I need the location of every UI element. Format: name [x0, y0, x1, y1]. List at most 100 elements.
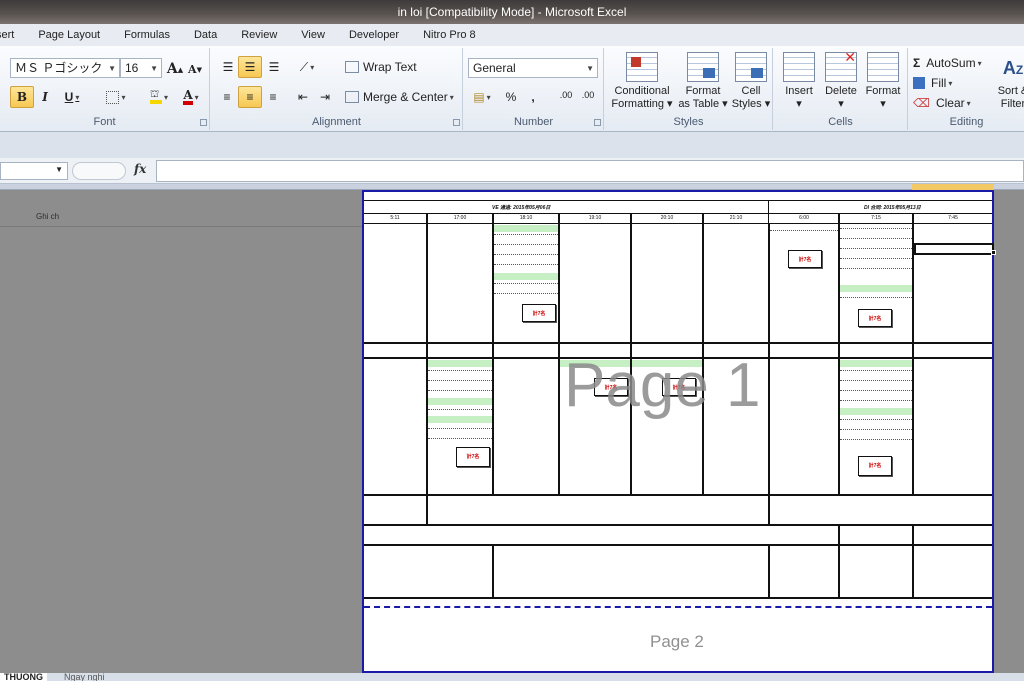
- name-box[interactable]: ▼: [0, 162, 68, 180]
- sigma-icon: Σ: [913, 56, 921, 70]
- sort-filter-button[interactable]: AZ Sort & Filter: [993, 52, 1024, 111]
- align-bottom-button[interactable]: ☰: [263, 56, 285, 78]
- fill-handle[interactable]: [991, 250, 996, 255]
- chevron-down-icon: ▾: [194, 92, 199, 102]
- shrink-font-icon: A: [188, 62, 197, 76]
- cell-styles-button[interactable]: Cell Styles ▾: [731, 52, 771, 111]
- orientation-button[interactable]: ⟋ ▾: [293, 56, 321, 78]
- note-cell-text: Ghi ch: [36, 212, 60, 221]
- format-as-table-button[interactable]: Format as Table ▾: [675, 52, 731, 111]
- editing-group: Σ AutoSum ▾ Fill ▾ ⌫ Clear ▾ AZ Sort & F…: [909, 48, 1024, 130]
- tab-formulas[interactable]: Formulas: [112, 24, 182, 46]
- alignment-group-label: Alignment: [312, 116, 361, 128]
- align-left-button[interactable]: ≡: [217, 86, 237, 108]
- print-page[interactable]: VE 通過: 2015年05月06日 DI 合同: 2015年05月13日 5:…: [362, 190, 996, 673]
- accounting-format-button[interactable]: ▤ ▾: [468, 86, 496, 108]
- formula-input[interactable]: [156, 160, 1024, 182]
- format-cells-icon: [867, 52, 899, 82]
- font-name-select[interactable]: ＭＳ Ｐゴシック ▼: [10, 58, 120, 78]
- insert-cells-icon: [783, 52, 815, 82]
- paint-bucket-icon: ⛫: [149, 90, 162, 104]
- format-cells-label: Format: [865, 85, 901, 97]
- grid-line: [912, 524, 914, 598]
- delete-cells-button[interactable]: Delete ▾: [822, 51, 860, 111]
- grid-line: [426, 213, 428, 495]
- fill-button[interactable]: Fill ▾: [913, 72, 973, 94]
- title-bar: in loi [Compatibility Mode] - Microsoft …: [0, 0, 1024, 24]
- seat-highlight: [840, 285, 912, 292]
- seat-count-box: 計7名: [858, 309, 892, 327]
- formula-bar: ▼ fx: [0, 158, 1024, 184]
- wrap-text-button[interactable]: Wrap Text: [345, 56, 421, 78]
- delete-cells-label: Delete: [825, 85, 857, 97]
- conditional-formatting-button[interactable]: Conditional Formatting ▾: [609, 52, 675, 111]
- align-middle-button[interactable]: ☰: [238, 56, 262, 78]
- delete-cells-icon: [825, 51, 857, 82]
- tab-nitro-pro[interactable]: Nitro Pro 8: [411, 24, 488, 46]
- chevron-down-icon: ▼: [586, 64, 594, 73]
- chevron-down-icon: ▾: [310, 62, 315, 72]
- tab-page-layout[interactable]: Page Layout: [26, 24, 112, 46]
- grid-line: [364, 200, 992, 201]
- tab-developer[interactable]: Developer: [337, 24, 411, 46]
- tab-data[interactable]: Data: [182, 24, 229, 46]
- seat-count-box: 計7名: [788, 250, 822, 268]
- page-break-line[interactable]: [364, 606, 992, 608]
- fill-color-button[interactable]: ⛫ ▾: [144, 86, 174, 108]
- autosum-button[interactable]: Σ AutoSum ▾: [913, 52, 993, 74]
- sheet-tab-thuong[interactable]: THUONG: [0, 673, 47, 681]
- align-right-button[interactable]: ≡: [263, 86, 283, 108]
- dialog-launcher-icon[interactable]: [200, 119, 207, 126]
- merge-center-button[interactable]: Merge & Center ▾: [345, 86, 459, 108]
- tab-insert[interactable]: sert: [0, 24, 26, 46]
- dialog-launcher-icon[interactable]: [453, 119, 460, 126]
- chevron-down-icon: ▾: [75, 92, 80, 102]
- font-name-value: ＭＳ Ｐゴシック: [15, 61, 103, 75]
- comma-button[interactable]: ,: [526, 86, 540, 108]
- chevron-down-icon: ▼: [150, 64, 158, 73]
- styles-group-label: Styles: [673, 116, 704, 128]
- tab-review[interactable]: Review: [229, 24, 289, 46]
- number-format-select[interactable]: General ▼: [468, 58, 598, 78]
- grow-font-button[interactable]: A ▲: [166, 58, 184, 80]
- function-round-icon[interactable]: [72, 162, 126, 180]
- increase-decimal-button[interactable]: .00: [556, 84, 576, 106]
- grow-font-icon: A: [166, 61, 178, 77]
- align-center-button[interactable]: ≡: [238, 86, 262, 108]
- clear-button[interactable]: ⌫ Clear ▾: [913, 92, 977, 114]
- seat-rows: [428, 370, 492, 439]
- shrink-font-button[interactable]: A ▼: [186, 58, 204, 80]
- grid-line: [364, 544, 992, 546]
- bold-button[interactable]: B: [10, 86, 34, 108]
- increase-indent-button[interactable]: ⇥: [315, 86, 335, 108]
- align-bottom-icon: ☰: [268, 60, 280, 74]
- tab-view[interactable]: View: [289, 24, 337, 46]
- decrease-indent-button[interactable]: ⇤: [293, 86, 313, 108]
- percent-button[interactable]: %: [502, 86, 520, 108]
- font-color-button[interactable]: A ▾: [176, 86, 206, 108]
- ribbon: ＭＳ Ｐゴシック ▼ 16 ▼ A ▲ A ▼ B I U ▾ ▾ ⛫ ▾ A ▾ Fon…: [0, 46, 1024, 132]
- active-cell[interactable]: [914, 243, 994, 255]
- sheet-tab-bar: THUONG Ngay nghi: [0, 673, 1024, 681]
- italic-button[interactable]: I: [36, 86, 54, 108]
- grid-line: [364, 494, 992, 496]
- insert-function-button[interactable]: fx: [134, 162, 146, 176]
- align-top-button[interactable]: ☰: [217, 56, 239, 78]
- underline-button[interactable]: U ▾: [58, 86, 86, 108]
- align-middle-icon: ☰: [244, 60, 256, 74]
- seat-count-box: 計7名: [522, 304, 556, 322]
- font-color-icon: A: [183, 89, 193, 105]
- time-label: 18:10: [519, 215, 533, 221]
- seat-highlight: [840, 360, 912, 367]
- font-size-select[interactable]: 16 ▼: [120, 58, 162, 78]
- grid-line: [364, 597, 992, 599]
- number-group-label: Number: [513, 116, 554, 128]
- seat-count-box: 計7名: [456, 447, 490, 467]
- insert-cells-button[interactable]: Insert ▾: [780, 52, 818, 111]
- format-cells-button[interactable]: Format ▾: [862, 52, 904, 111]
- dialog-launcher-icon[interactable]: [594, 119, 601, 126]
- decrease-decimal-button[interactable]: .00: [578, 84, 598, 106]
- page-1-watermark: Page 1: [564, 351, 761, 420]
- borders-button[interactable]: ▾: [100, 86, 132, 108]
- sheet-tab-ngay-nghi[interactable]: Ngay nghi: [60, 673, 109, 681]
